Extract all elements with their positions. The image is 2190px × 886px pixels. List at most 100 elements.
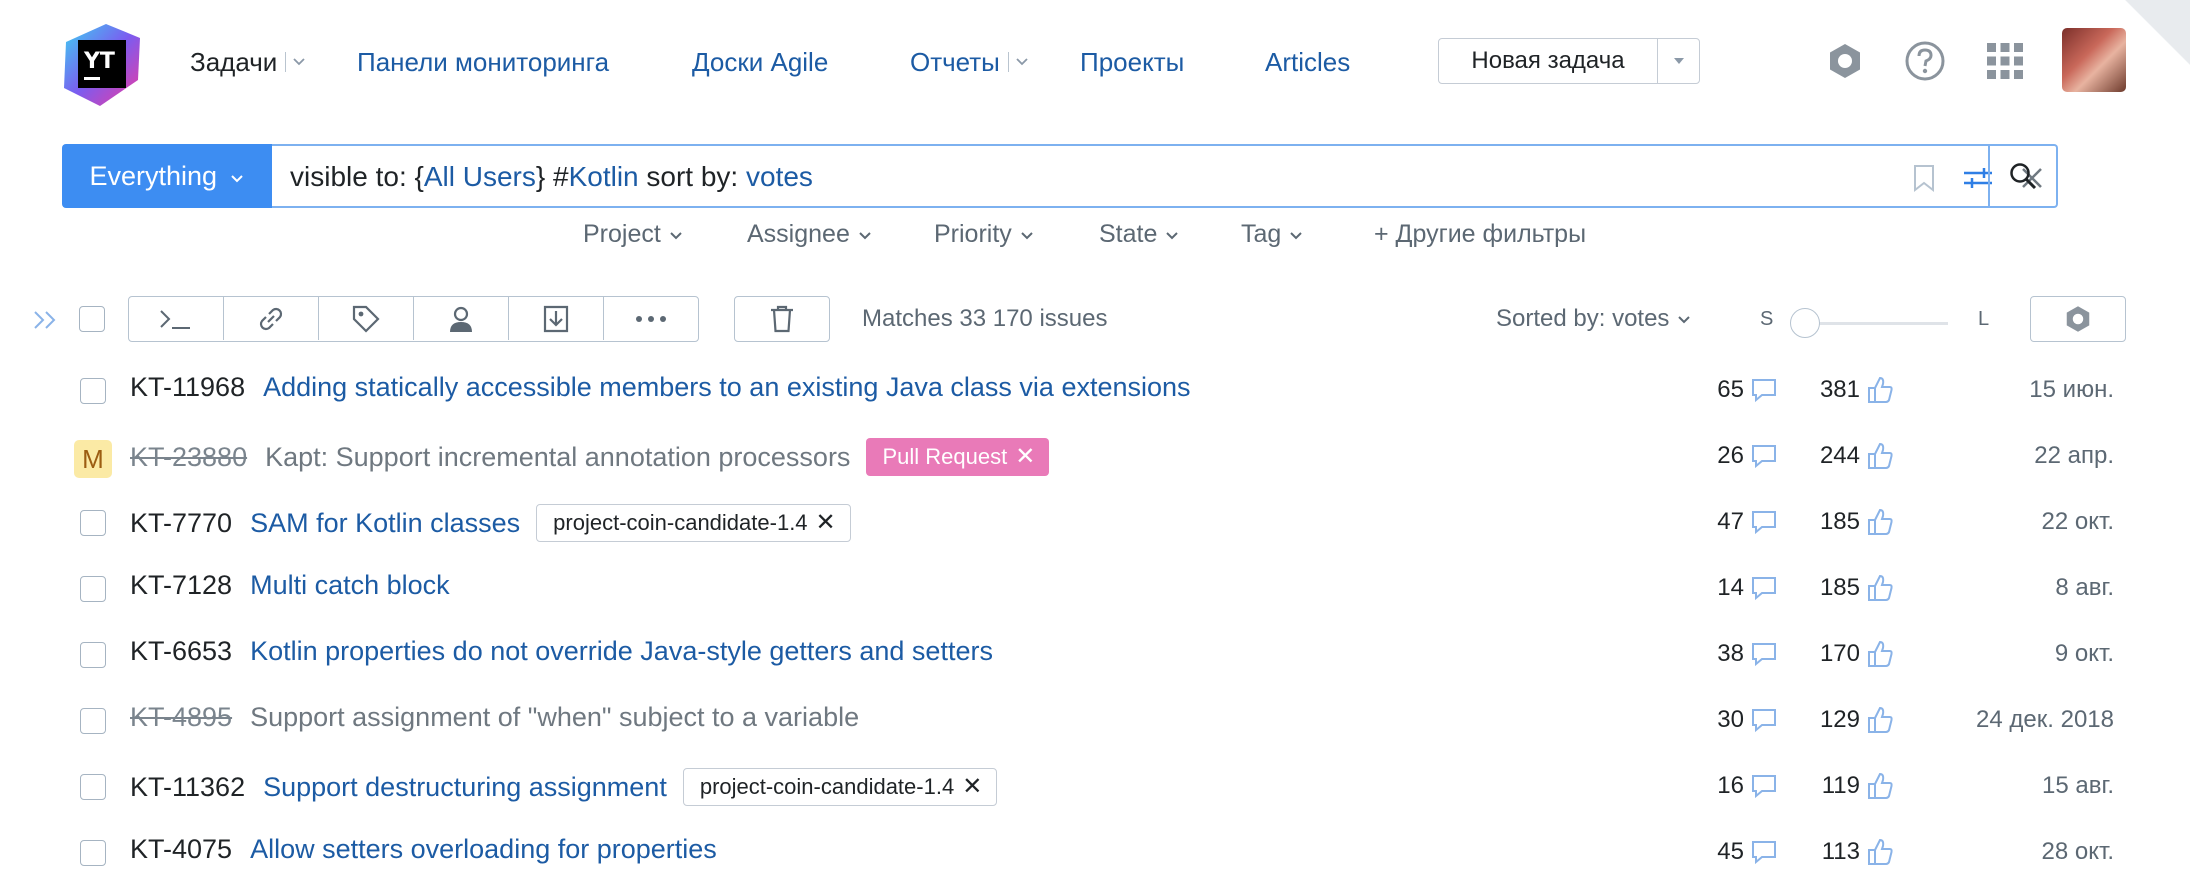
thumbs-up-icon[interactable] xyxy=(1866,375,1894,405)
issue-summary[interactable]: Kapt: Support incremental annotation pro… xyxy=(265,442,850,473)
thumbs-up-icon[interactable] xyxy=(1866,771,1894,801)
issue-id[interactable]: KT-11362 xyxy=(130,772,245,803)
thumbs-up-icon[interactable] xyxy=(1866,705,1894,735)
issue-checkbox[interactable] xyxy=(80,576,106,602)
sort-selector[interactable]: Sorted by: votes xyxy=(1496,303,1692,335)
issue-votes[interactable]: 381 xyxy=(1820,372,1894,408)
new-issue-label[interactable]: Новая задача xyxy=(1439,39,1658,83)
filter-state[interactable]: State xyxy=(1099,218,1180,250)
issue-summary[interactable]: Support destructuring assignment xyxy=(263,772,667,803)
move-to-project-button[interactable] xyxy=(509,297,604,340)
issue-summary[interactable]: Adding statically accessible members to … xyxy=(263,372,1190,403)
remove-tag-icon[interactable]: ✕ xyxy=(816,505,836,541)
thumbs-up-icon[interactable] xyxy=(1866,573,1894,603)
issue-id[interactable]: KT-23880 xyxy=(130,442,247,473)
settings-icon[interactable] xyxy=(1822,38,1868,84)
issue-checkbox[interactable] xyxy=(80,510,106,536)
thumbs-up-icon[interactable] xyxy=(1866,507,1894,537)
issue-id[interactable]: KT-11968 xyxy=(130,372,245,403)
issue-votes[interactable]: 129 xyxy=(1820,702,1894,738)
density-slider-handle[interactable] xyxy=(1790,308,1820,338)
nav-issues[interactable]: Задачи xyxy=(190,44,277,80)
issue-summary[interactable]: Support assignment of "when" subject to … xyxy=(250,702,859,733)
issue-comments[interactable]: 26 xyxy=(1717,438,1778,474)
more-filters-button[interactable]: + Другие фильтры xyxy=(1374,218,1586,250)
more-actions-button[interactable] xyxy=(604,297,698,340)
issue-row[interactable]: KT-11362 Support destructuring assignment… xyxy=(0,754,2190,820)
issue-checkbox[interactable] xyxy=(80,840,106,866)
issue-tag[interactable]: Pull Request ✕ xyxy=(866,438,1050,476)
issue-row[interactable]: KT-7770 SAM for Kotlin classes project-coi… xyxy=(0,490,2190,556)
issue-row[interactable]: KT-4075 Allow setters overloading for pro… xyxy=(0,820,2190,886)
filter-assignee[interactable]: Assignee xyxy=(747,218,873,250)
thumbs-up-icon[interactable] xyxy=(1866,639,1894,669)
issue-votes[interactable]: 185 xyxy=(1820,570,1894,606)
link-issues-button[interactable] xyxy=(224,297,319,340)
issue-checkbox[interactable] xyxy=(80,708,106,734)
issue-id[interactable]: KT-4075 xyxy=(130,834,232,865)
issue-votes[interactable]: 244 xyxy=(1820,438,1894,474)
search-query-field[interactable]: visible to: {All Users} #Kotlin sort by:… xyxy=(272,144,2058,208)
nav-projects[interactable]: Проекты xyxy=(1080,44,1184,80)
new-issue-dropdown-icon[interactable] xyxy=(1658,39,1699,83)
youtrack-logo[interactable]: YT xyxy=(60,22,144,106)
issue-id[interactable]: KT-6653 xyxy=(130,636,232,667)
issue-comments[interactable]: 47 xyxy=(1717,504,1778,540)
help-icon[interactable] xyxy=(1902,38,1948,84)
assign-button[interactable] xyxy=(414,297,509,340)
issue-tag[interactable]: project-coin-candidate-1.4 ✕ xyxy=(536,504,851,542)
issue-votes[interactable]: 170 xyxy=(1820,636,1894,672)
issue-comments[interactable]: 45 xyxy=(1717,834,1778,870)
filter-project[interactable]: Project xyxy=(583,218,684,250)
issue-summary[interactable]: Multi catch block xyxy=(250,570,450,601)
apps-grid-icon[interactable] xyxy=(1982,38,2028,84)
thumbs-up-icon[interactable] xyxy=(1866,837,1894,867)
bookmark-icon[interactable] xyxy=(1906,160,1942,196)
nav-issues-chevron-icon[interactable] xyxy=(285,52,310,72)
issue-row[interactable]: M KT-23880 Kapt: Support incremental annot… xyxy=(0,424,2190,490)
issue-votes[interactable]: 113 xyxy=(1822,834,1894,870)
remove-tag-icon[interactable]: ✕ xyxy=(962,769,982,805)
issue-checkbox[interactable] xyxy=(80,378,106,404)
expand-sidebar-icon[interactable] xyxy=(32,308,60,337)
density-slider-track[interactable] xyxy=(1806,322,1948,325)
issue-summary[interactable]: Allow setters overloading for properties xyxy=(250,834,717,865)
add-tag-button[interactable] xyxy=(319,297,414,340)
issue-row[interactable]: KT-6653 Kotlin properties do not override… xyxy=(0,622,2190,688)
issue-row[interactable]: KT-7128 Multi catch block 14 185 8 авг. xyxy=(0,556,2190,622)
nav-dashboards[interactable]: Панели мониторинга xyxy=(357,44,609,80)
list-settings-button[interactable] xyxy=(2030,296,2126,342)
issue-summary[interactable]: Kotlin properties do not override Java-s… xyxy=(250,636,993,667)
issue-id[interactable]: KT-4895 xyxy=(130,702,232,733)
nav-reports[interactable]: Отчеты xyxy=(910,44,1000,80)
issue-comments[interactable]: 14 xyxy=(1717,570,1778,606)
nav-agile-boards[interactable]: Доски Agile xyxy=(692,44,828,80)
search-query-text[interactable]: visible to: {All Users} #Kotlin sort by:… xyxy=(290,159,813,195)
issue-select-badge[interactable]: M xyxy=(74,440,112,478)
delete-button[interactable] xyxy=(734,296,830,342)
issue-checkbox[interactable] xyxy=(80,642,106,668)
new-issue-button[interactable]: Новая задача xyxy=(1438,38,1700,84)
issue-checkbox[interactable] xyxy=(80,774,106,800)
issue-comments[interactable]: 30 xyxy=(1717,702,1778,738)
issue-tag[interactable]: project-coin-candidate-1.4 ✕ xyxy=(682,768,998,806)
issue-id[interactable]: KT-7770 xyxy=(130,508,232,539)
select-all-checkbox[interactable] xyxy=(79,306,105,332)
remove-tag-icon[interactable]: ✕ xyxy=(1015,439,1035,475)
issue-summary[interactable]: SAM for Kotlin classes xyxy=(250,508,520,539)
issue-row[interactable]: KT-4895 Support assignment of "when" subj… xyxy=(0,688,2190,754)
issue-votes[interactable]: 185 xyxy=(1820,504,1894,540)
search-button[interactable] xyxy=(1988,146,2056,206)
filter-tag[interactable]: Tag xyxy=(1241,218,1304,250)
thumbs-up-icon[interactable] xyxy=(1866,441,1894,471)
search-context-button[interactable]: Everything xyxy=(62,144,272,208)
issue-id[interactable]: KT-7128 xyxy=(130,570,232,601)
nav-articles[interactable]: Articles xyxy=(1265,44,1350,80)
issue-comments[interactable]: 16 xyxy=(1717,768,1778,804)
issue-row[interactable]: KT-11968 Adding statically accessible mem… xyxy=(0,358,2190,424)
issue-comments[interactable]: 65 xyxy=(1717,372,1778,408)
command-button[interactable] xyxy=(129,297,224,340)
issue-votes[interactable]: 119 xyxy=(1822,768,1894,804)
issue-comments[interactable]: 38 xyxy=(1717,636,1778,672)
filter-priority[interactable]: Priority xyxy=(934,218,1035,250)
